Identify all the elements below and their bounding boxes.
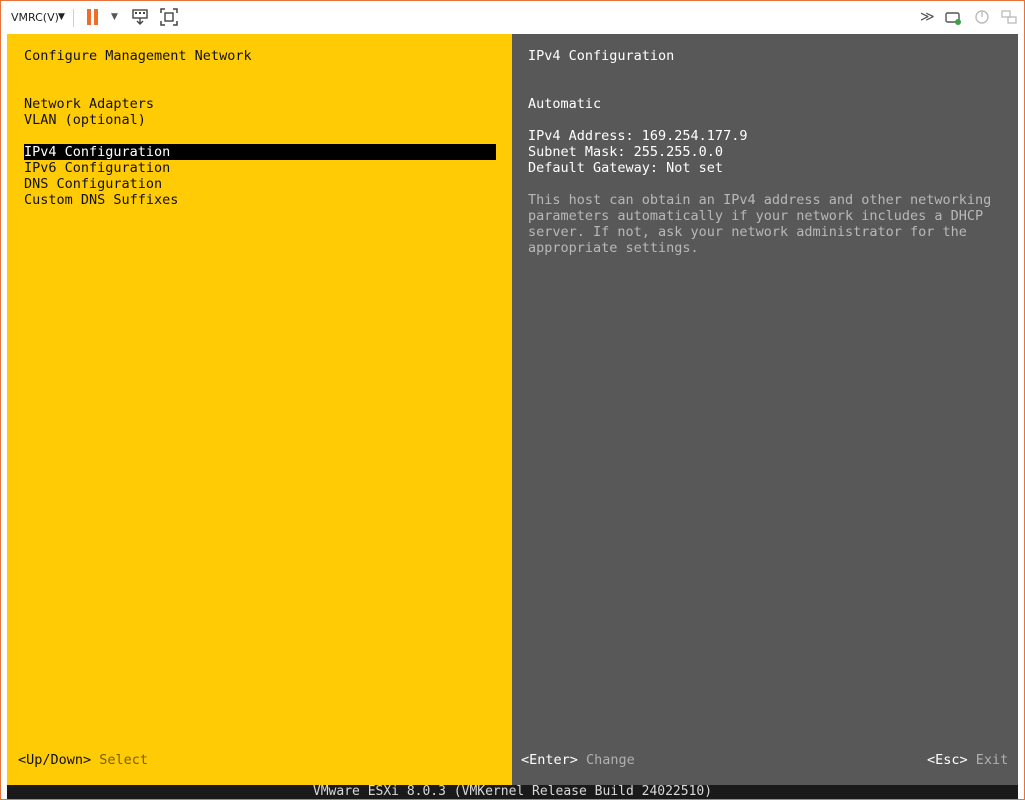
key-esc: <Esc>: [927, 752, 968, 768]
footer-hint-exit: <Esc> Exit: [927, 752, 1008, 768]
menu-item-dns-configuration[interactable]: DNS Configuration: [24, 176, 162, 192]
menu-item-vlan[interactable]: VLAN (optional): [24, 112, 146, 128]
ipv4-address: IPv4 Address: 169.254.177.9: [528, 128, 748, 144]
menu-item-ipv4-configuration[interactable]: IPv4 Configuration: [24, 144, 496, 160]
esxi-console[interactable]: Configure Management Network Network Ada…: [7, 34, 1018, 785]
ipv4-mode: Automatic: [528, 96, 602, 112]
footer-hint-select: <Up/Down> Select: [18, 752, 148, 768]
menu-item-network-adapters[interactable]: Network Adapters: [24, 96, 154, 112]
subnet-mask: Subnet Mask: 255.255.0.0: [528, 144, 724, 160]
pane-title: Configure Management Network: [24, 48, 252, 64]
details-pane: IPv4 Configuration Automatic IPv4 Addres…: [512, 34, 1018, 785]
fit-window-icon[interactable]: [159, 1, 179, 33]
menu-item-custom-dns-suffixes[interactable]: Custom DNS Suffixes: [24, 192, 178, 208]
pause-icon[interactable]: [87, 1, 101, 33]
toolbar-divider: [73, 9, 74, 27]
send-keys-icon[interactable]: [131, 1, 149, 33]
fast-forward-icon[interactable]: ≫: [920, 1, 935, 33]
description-line: This host can obtain an IPv4 address and…: [528, 192, 992, 208]
removable-device-icon[interactable]: [944, 1, 962, 33]
default-gateway: Default Gateway: Not set: [528, 160, 724, 176]
action-exit: Exit: [975, 752, 1009, 768]
chevron-down-icon[interactable]: ▼: [58, 1, 65, 33]
action-select: Select: [99, 752, 149, 768]
key-up-down: <Up/Down>: [18, 752, 92, 768]
action-change: Change: [586, 752, 635, 768]
chevron-down-icon[interactable]: ▼: [111, 1, 118, 33]
description-line: server. If not, ask your network adminis…: [528, 224, 967, 240]
menu-item-ipv6-configuration[interactable]: IPv6 Configuration: [24, 160, 170, 176]
network-icon[interactable]: [1000, 1, 1018, 33]
status-bar: VMware ESXi 8.0.3 (VMKernel Release Buil…: [7, 785, 1018, 799]
footer-hint-change: <Enter> Change: [521, 752, 635, 768]
description-line: parameters automatically if your network…: [528, 208, 984, 224]
description-line: appropriate settings.: [528, 240, 699, 256]
vmrc-toolbar: VMRC(V) ▼ ▼ ≫: [1, 1, 1024, 33]
power-icon[interactable]: [973, 1, 991, 33]
menu-pane: Configure Management Network Network Ada…: [7, 34, 512, 785]
vmrc-menu-button[interactable]: VMRC(V): [11, 1, 59, 33]
details-title: IPv4 Configuration: [528, 48, 675, 64]
key-enter: <Enter>: [521, 752, 578, 768]
